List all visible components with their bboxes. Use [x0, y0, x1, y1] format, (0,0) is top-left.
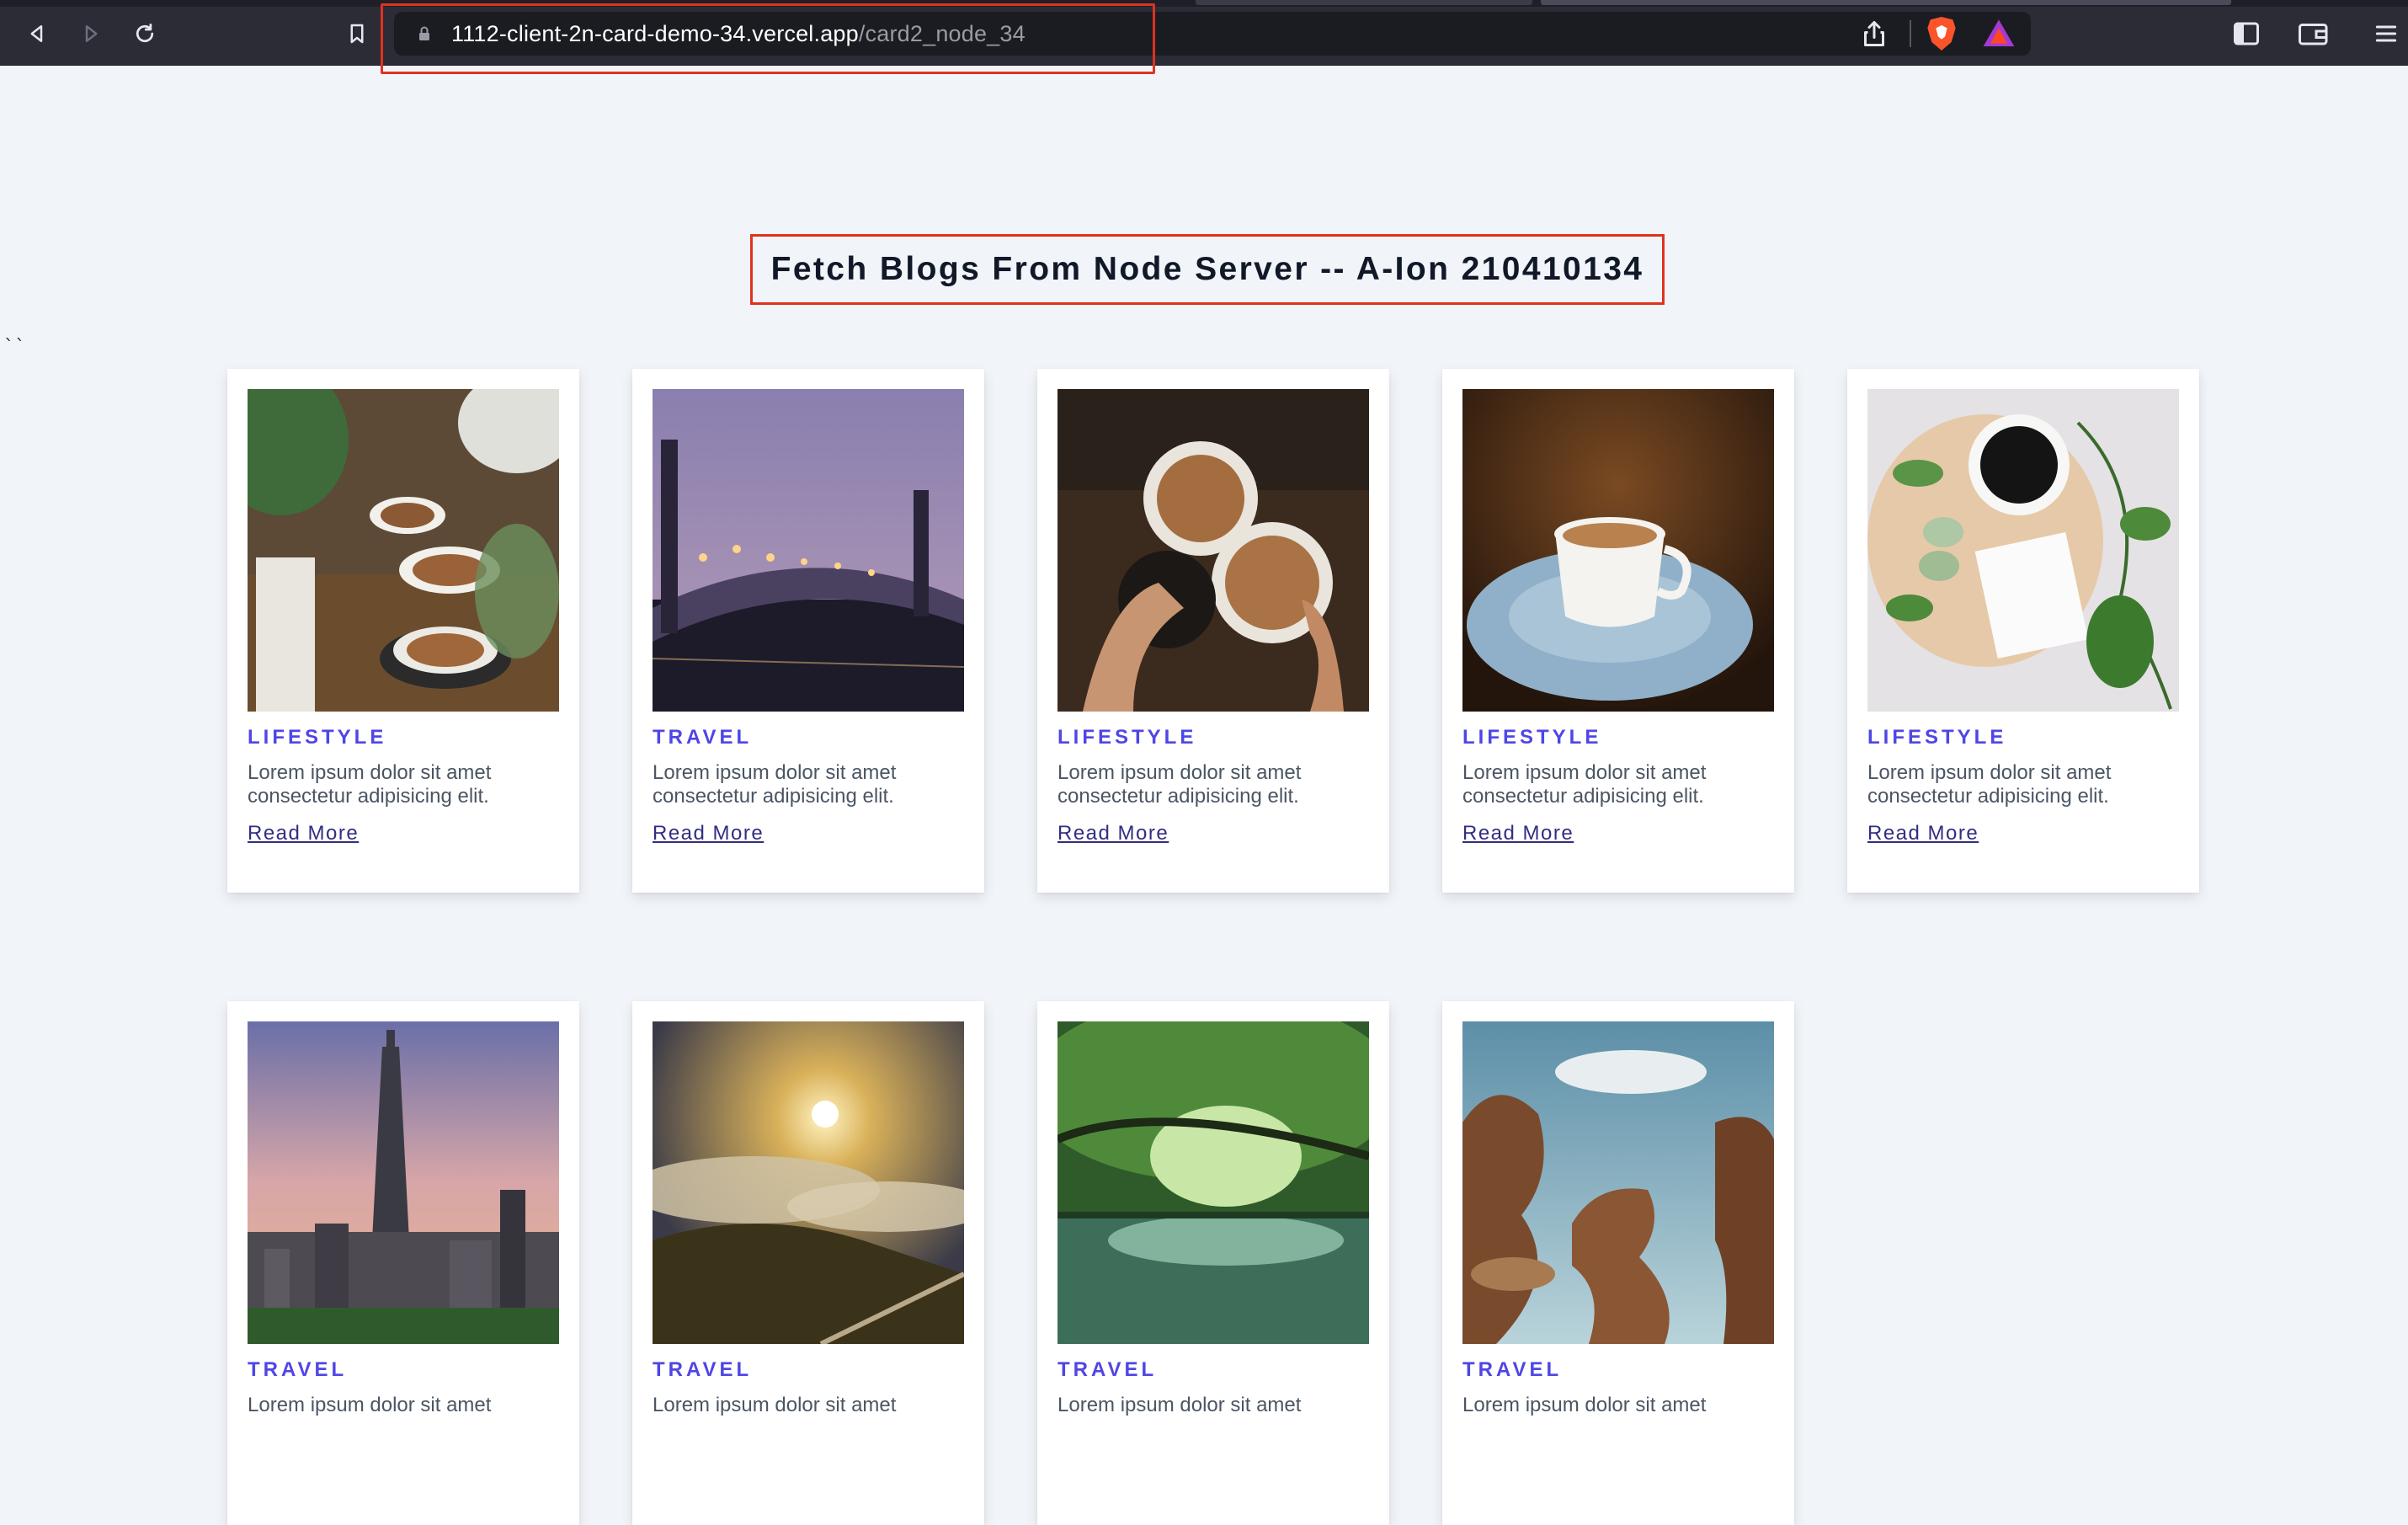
forward-arrow-icon — [85, 25, 98, 42]
read-more-link[interactable]: Read More — [1057, 822, 1169, 845]
blog-card: TRAVEL Lorem ipsum dolor sit amet consec… — [632, 369, 984, 893]
blog-category: TRAVEL — [653, 726, 753, 749]
url-path: /card2_node_34 — [858, 21, 1026, 46]
blog-card: LIFESTYLE Lorem ipsum dolor sit amet con… — [1847, 369, 2199, 893]
reload-icon — [136, 24, 154, 43]
reload-button[interactable] — [126, 15, 163, 52]
blog-category: TRAVEL — [653, 1358, 753, 1381]
blog-excerpt: Lorem ipsum dolor sit amet — [1462, 1394, 1707, 1416]
blog-excerpt: Lorem ipsum dolor sit amet consectetur a… — [653, 761, 897, 808]
back-arrow-icon — [30, 25, 43, 42]
address-bar[interactable]: 1112-client-2n-card-demo-34.vercel.app/c… — [394, 12, 2031, 56]
toolbar-divider — [1910, 20, 1911, 47]
brave-shields-icon[interactable] — [1925, 15, 1958, 52]
blog-card-image — [653, 1021, 964, 1344]
share-icon[interactable] — [1859, 19, 1889, 49]
read-more-link[interactable]: Read More — [248, 822, 359, 845]
blog-card-image — [248, 389, 559, 712]
menu-icon[interactable] — [2373, 19, 2400, 49]
blog-card-image — [1057, 1021, 1369, 1344]
blog-excerpt: Lorem ipsum dolor sit amet — [653, 1394, 897, 1416]
blog-category: LIFESTYLE — [1462, 726, 1602, 749]
browser-toolbar: 1112-client-2n-card-demo-34.vercel.app/c… — [0, 0, 2408, 74]
blog-category: TRAVEL — [1057, 1358, 1158, 1381]
read-more-link[interactable]: Read More — [653, 822, 764, 845]
blog-excerpt: Lorem ipsum dolor sit amet consectetur a… — [1462, 761, 1707, 808]
bookmark-button[interactable] — [338, 15, 376, 52]
blog-card-image — [1867, 389, 2179, 712]
url-text: 1112-client-2n-card-demo-34.vercel.app/c… — [451, 21, 1026, 46]
blog-card: LIFESTYLE Lorem ipsum dolor sit amet con… — [227, 369, 579, 893]
blog-card: LIFESTYLE Lorem ipsum dolor sit amet con… — [1037, 369, 1389, 893]
blog-category: LIFESTYLE — [248, 726, 387, 749]
tab[interactable] — [1541, 0, 2231, 5]
blog-category: LIFESTYLE — [1867, 726, 2007, 749]
blog-excerpt: Lorem ipsum dolor sit amet consectetur a… — [1057, 761, 1302, 808]
back-button[interactable] — [19, 15, 56, 52]
brave-rewards-icon[interactable] — [1982, 17, 2016, 51]
tab[interactable] — [1196, 0, 1532, 5]
blog-card: TRAVEL Lorem ipsum dolor sit amet — [227, 1001, 579, 1525]
forward-button[interactable] — [72, 15, 109, 52]
blog-card-image — [653, 389, 964, 712]
blog-card-image — [1462, 389, 1774, 712]
read-more-link[interactable]: Read More — [1462, 822, 1574, 845]
blog-category: LIFESTYLE — [1057, 726, 1197, 749]
page-title: Fetch Blogs From Node Server -- A-Ion 21… — [770, 251, 1644, 287]
bookmark-icon — [350, 24, 364, 44]
blog-card: TRAVEL Lorem ipsum dolor sit amet — [1442, 1001, 1794, 1525]
blog-card: TRAVEL Lorem ipsum dolor sit amet — [632, 1001, 984, 1525]
blog-card-image — [1057, 389, 1369, 712]
blog-excerpt: Lorem ipsum dolor sit amet consectetur a… — [1867, 761, 2112, 808]
blog-excerpt: Lorem ipsum dolor sit amet — [1057, 1394, 1302, 1416]
stray-text: `` — [3, 337, 26, 358]
read-more-link[interactable]: Read More — [1867, 822, 1979, 845]
wallet-icon[interactable] — [2297, 19, 2331, 49]
page-title-highlight-box: Fetch Blogs From Node Server -- A-Ion 21… — [750, 234, 1665, 305]
lock-icon — [419, 26, 429, 40]
blog-category: TRAVEL — [1462, 1358, 1563, 1381]
blog-card-image — [248, 1021, 559, 1344]
url-host: 1112-client-2n-card-demo-34.vercel.app — [451, 21, 859, 46]
blog-card-image — [1462, 1021, 1774, 1344]
blog-category: TRAVEL — [248, 1358, 348, 1381]
blog-card: TRAVEL Lorem ipsum dolor sit amet — [1037, 1001, 1389, 1525]
tab-strip — [0, 0, 2408, 7]
blog-card: LIFESTYLE Lorem ipsum dolor sit amet con… — [1442, 369, 1794, 893]
blog-excerpt: Lorem ipsum dolor sit amet consectetur a… — [248, 761, 492, 808]
sidebar-toggle-icon[interactable] — [2231, 19, 2261, 49]
blog-excerpt: Lorem ipsum dolor sit amet — [248, 1394, 492, 1416]
